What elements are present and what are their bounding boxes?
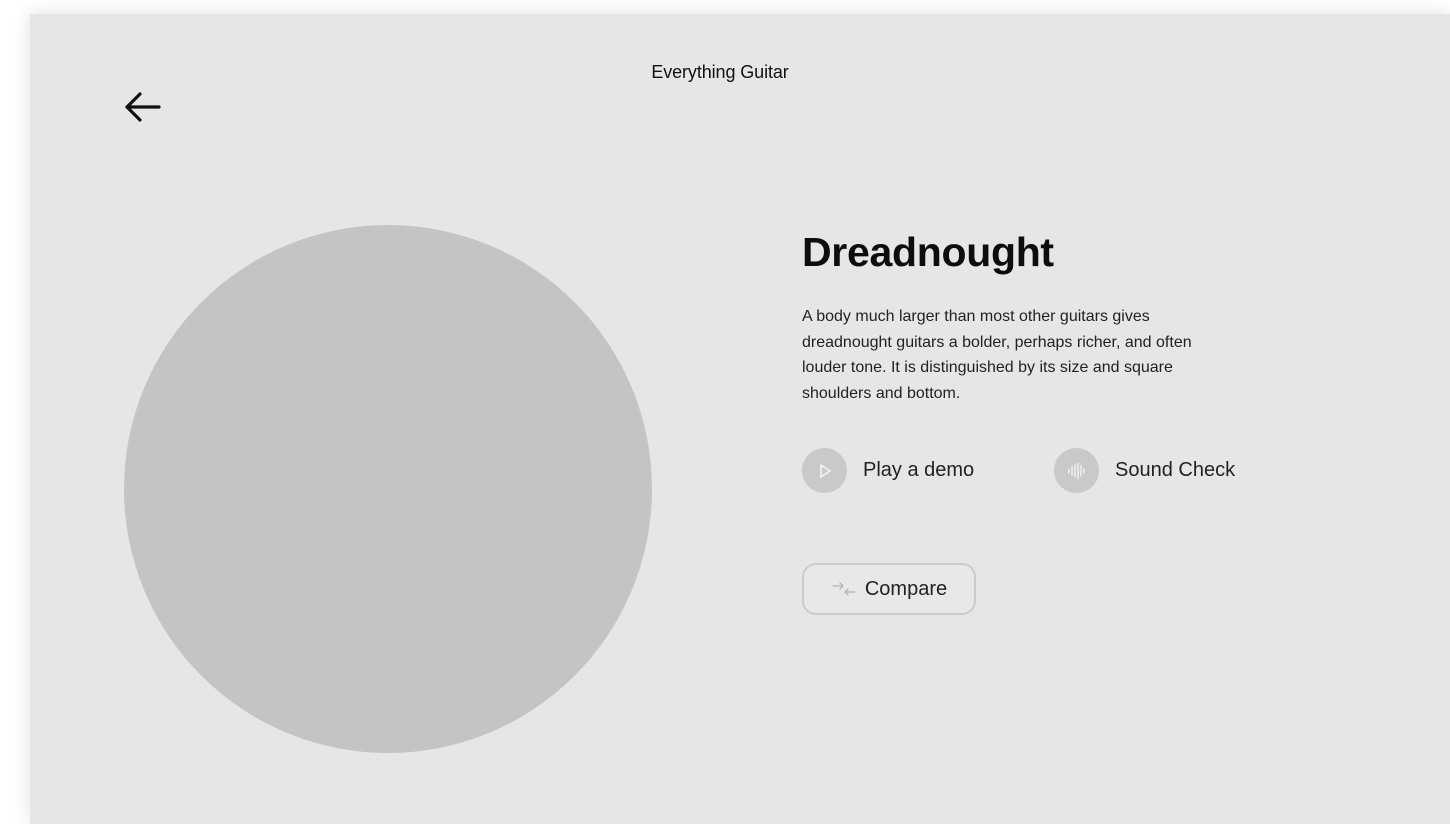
product-title: Dreadnought	[802, 229, 1054, 275]
app-title: Everything Guitar	[651, 62, 789, 82]
play-icon	[802, 448, 847, 493]
guitar-image-placeholder	[124, 225, 652, 753]
sound-check-label: Sound Check	[1115, 459, 1236, 481]
sound-check-button[interactable]: Sound Check	[1054, 448, 1235, 493]
play-demo-button[interactable]: Play a demo	[802, 448, 974, 493]
compare-label: Compare	[864, 577, 948, 600]
play-demo-label: Play a demo	[863, 459, 975, 481]
app-frame: Everything Guitar Dreadnought A body muc…	[30, 14, 1450, 824]
compare-button[interactable]: Compare	[802, 563, 976, 615]
product-description: A body much larger than most other guita…	[802, 308, 1192, 402]
product-details: Dreadnought A body much larger than most…	[802, 226, 1262, 615]
sound-wave-icon	[1054, 448, 1099, 493]
action-row: Play a demo Sound Check	[802, 448, 1262, 496]
arrow-left-icon	[125, 92, 161, 122]
compare-arrows-icon	[832, 582, 856, 596]
back-button[interactable]	[118, 86, 166, 128]
